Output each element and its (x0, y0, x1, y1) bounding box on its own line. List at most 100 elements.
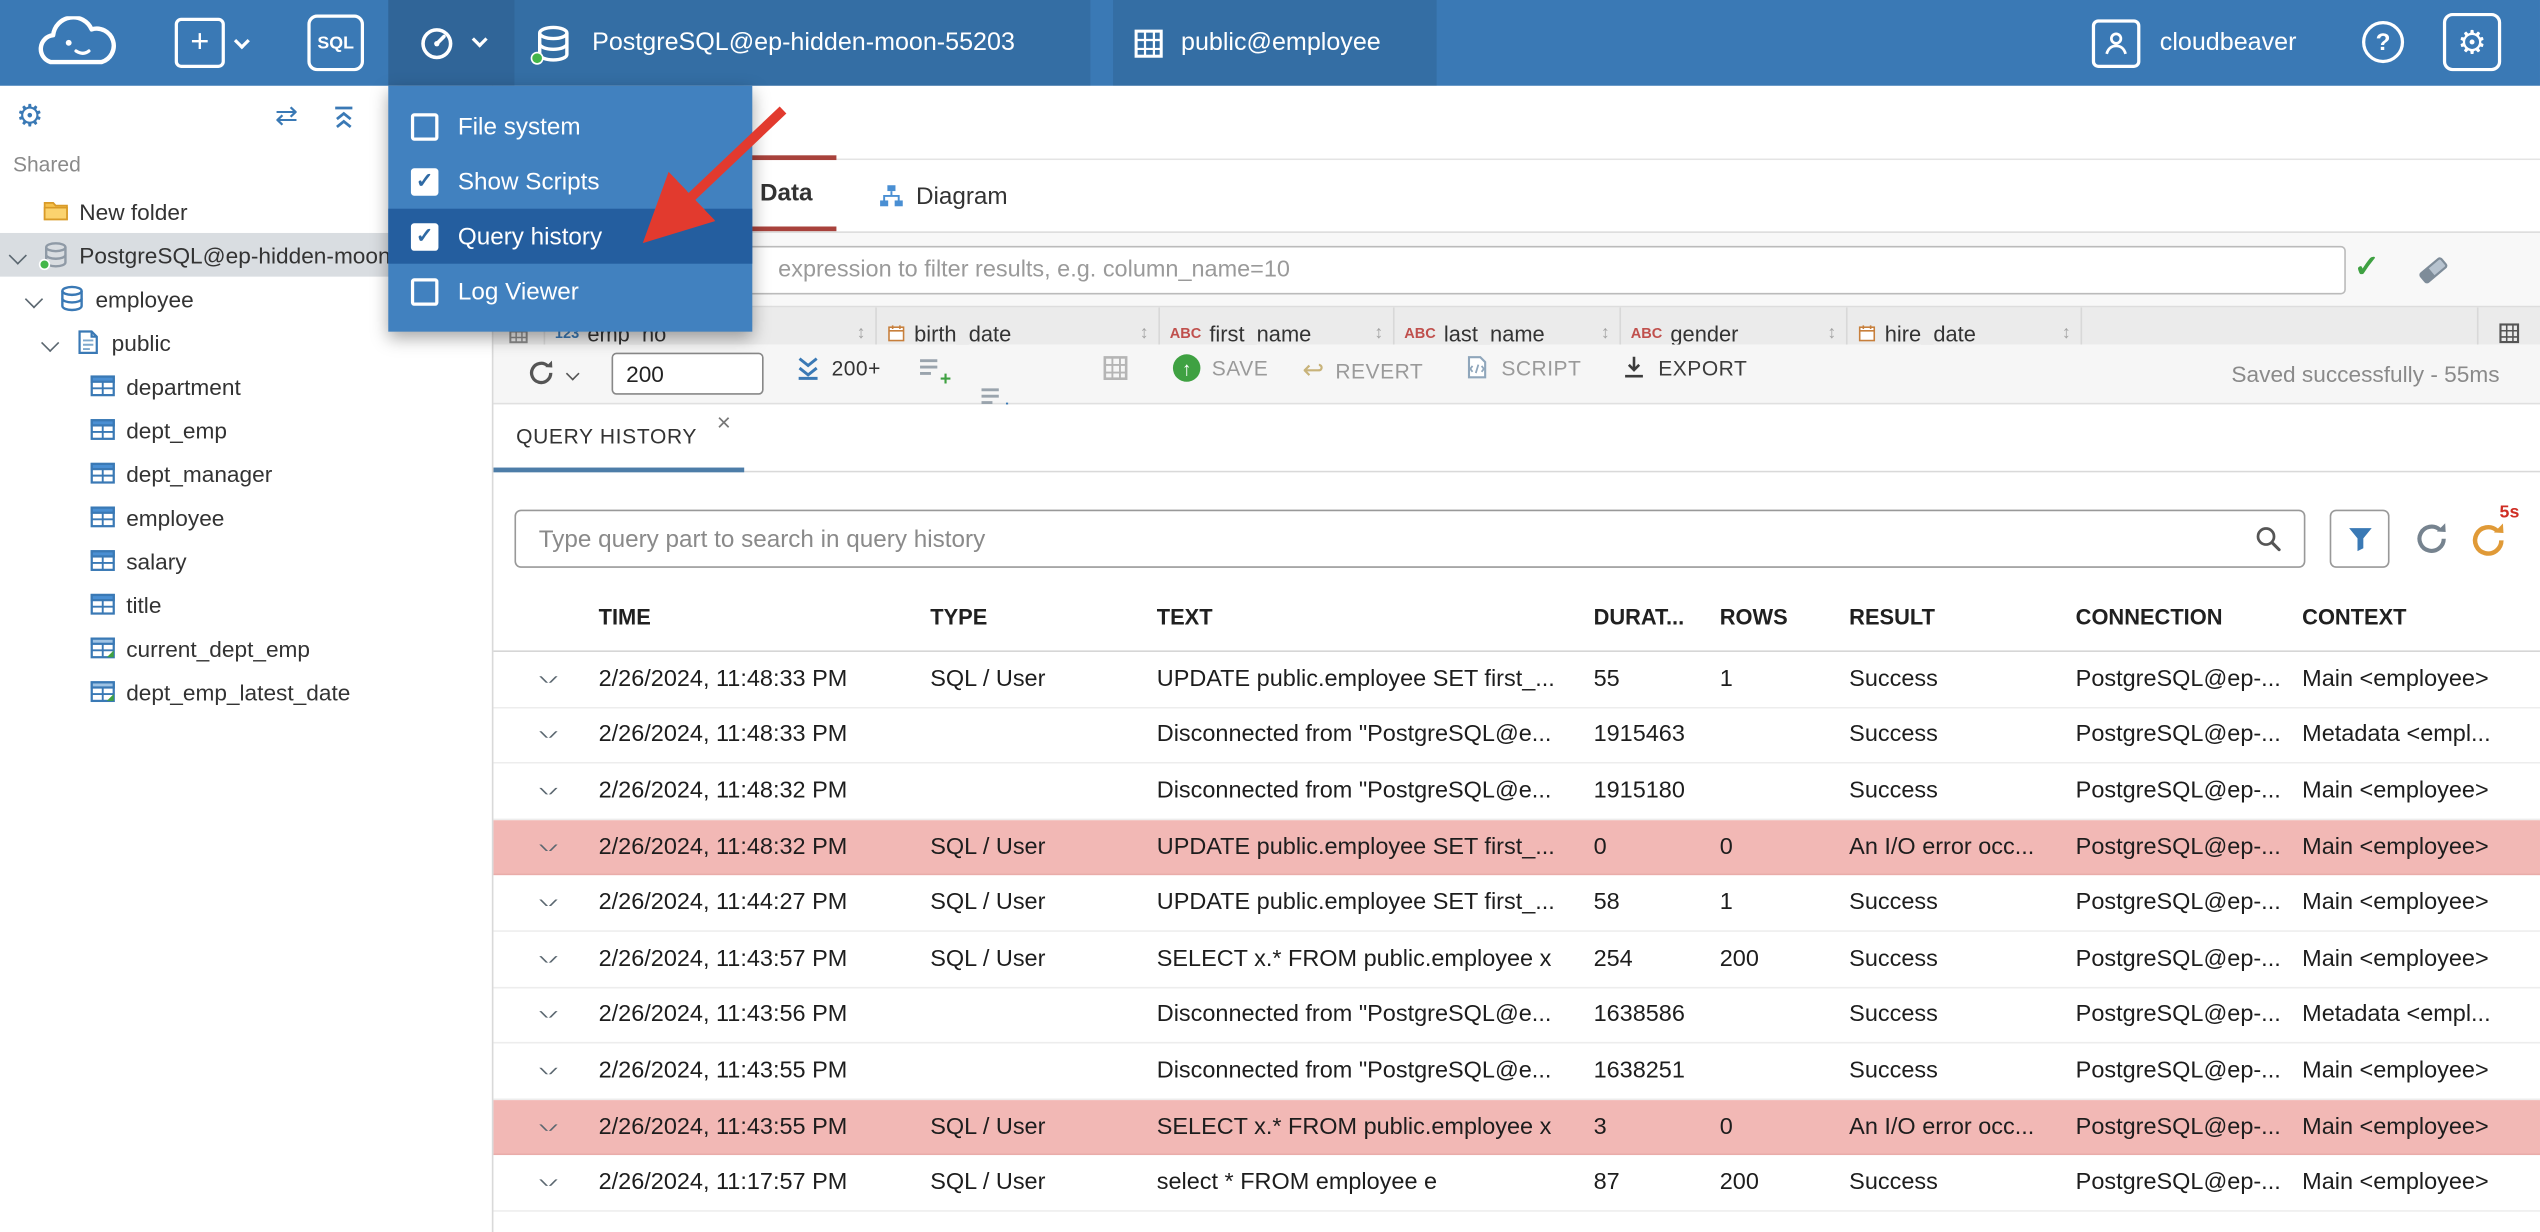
expand-chevron-icon[interactable] (8, 246, 27, 265)
row-context: Main <employee> (2302, 890, 2489, 916)
history-col-time[interactable]: TIME (582, 605, 914, 629)
query-history-row[interactable]: 2/26/2024, 11:48:33 PM Disconnected from… (493, 707, 2540, 764)
save-upload-icon: ↑ (1172, 354, 1201, 382)
row-expand-chevron-icon[interactable] (514, 843, 582, 851)
query-history-row[interactable]: 2/26/2024, 11:48:33 PM SQL / User UPDATE… (493, 651, 2540, 708)
row-expand-chevron-icon[interactable] (514, 955, 582, 963)
tools-menu-button[interactable] (388, 0, 515, 86)
row-duration: 58 (1593, 890, 1620, 916)
row-expand-chevron-icon[interactable] (514, 1179, 582, 1187)
column-header-gender[interactable]: ABC gender ↕ (1621, 307, 1848, 345)
string-type-icon: ABC (1630, 325, 1663, 342)
row-connection: PostgreSQL@ep-... (2075, 1057, 2281, 1084)
query-history-row[interactable]: 2/26/2024, 11:48:32 PM SQL / User UPDATE… (493, 819, 2540, 876)
query-history-row[interactable]: 2/26/2024, 11:17:57 PM SQL / User select… (493, 1155, 2540, 1212)
settings-button[interactable]: ⚙ (2442, 12, 2502, 72)
query-history-row[interactable]: 2/26/2024, 11:43:56 PM Disconnected from… (493, 987, 2540, 1044)
column-header-hire-date[interactable]: hire_date ↕ (1848, 307, 2083, 345)
row-time: 2/26/2024, 11:43:56 PM (598, 1002, 848, 1028)
column-header-first-name[interactable]: ABC first_name ↕ (1160, 307, 1395, 345)
checkbox-log-viewer[interactable] (410, 277, 439, 305)
row-expand-chevron-icon[interactable] (514, 1123, 582, 1131)
history-refresh-button[interactable] (2412, 519, 2451, 558)
schema-selector[interactable]: public@employee (1113, 0, 1437, 86)
clear-filter-eraser-icon[interactable] (2415, 252, 2451, 288)
menu-item-log-viewer[interactable]: Log Viewer (388, 264, 752, 319)
export-button[interactable]: EXPORT (1621, 354, 1747, 380)
tree-item-table-employee[interactable]: employee (0, 495, 492, 539)
query-history-row[interactable]: 2/26/2024, 11:44:27 PM SQL / User UPDATE… (493, 875, 2540, 932)
history-col-type[interactable]: TYPE (914, 605, 1140, 629)
fetch-size-input[interactable] (611, 352, 764, 395)
history-col-result[interactable]: RESULT (1833, 605, 2059, 629)
save-button[interactable]: ↑ SAVE (1172, 354, 1268, 382)
row-type: SQL / User (930, 834, 1046, 861)
menu-item-query-history[interactable]: ✓ Query history (388, 208, 753, 264)
query-history-search-input[interactable] (514, 509, 2306, 568)
tab-diagram[interactable]: Diagram (853, 160, 1034, 231)
grid-view-button[interactable] (1102, 354, 1130, 382)
row-expand-chevron-icon[interactable] (514, 899, 582, 907)
sync-connection-icon[interactable]: ⇄ (275, 100, 298, 132)
history-col-rows[interactable]: ROWS (1704, 605, 1833, 629)
connection-selector[interactable]: PostgreSQL@ep-hidden-moon-55203 (514, 0, 1091, 86)
checkbox-file-system[interactable] (410, 112, 439, 140)
expand-chevron-icon[interactable] (41, 333, 60, 353)
checkbox-show-scripts[interactable]: ✓ (410, 167, 439, 195)
row-expand-chevron-icon[interactable] (514, 1067, 582, 1075)
fetch-next-page-button[interactable]: 200+ (794, 354, 881, 382)
revert-icon: ↩ (1302, 357, 1325, 386)
apply-filter-check-icon[interactable]: ✓ (2354, 249, 2380, 286)
collapse-all-icon[interactable] (330, 104, 358, 140)
tree-item-table-dept-emp[interactable]: dept_emp (0, 408, 492, 452)
new-object-chevron-icon[interactable] (233, 33, 250, 50)
refresh-options-chevron-icon[interactable] (565, 366, 580, 381)
query-history-row[interactable]: 2/26/2024, 11:48:32 PM Disconnected from… (493, 763, 2540, 820)
revert-button[interactable]: ↩ REVERT (1302, 354, 1423, 386)
row-result: An I/O error occ... (1849, 834, 2035, 861)
row-expand-chevron-icon[interactable] (514, 1011, 582, 1019)
query-history-row[interactable]: 2/26/2024, 11:43:57 PM SQL / User SELECT… (493, 931, 2540, 988)
filter-expression-input[interactable] (509, 245, 2346, 295)
history-filter-button[interactable] (2329, 509, 2390, 568)
history-col-text[interactable]: TEXT (1141, 605, 1578, 629)
data-grid-toolbar: 200+ + + − ↑ SAVE ↩ REVERT (493, 344, 2540, 447)
query-history-row[interactable]: 2/26/2024, 11:43:55 PM Disconnected from… (493, 1043, 2540, 1100)
script-button[interactable]: SCRIPT (1464, 354, 1581, 380)
auto-refresh-button[interactable] (2467, 519, 2509, 561)
row-connection: PostgreSQL@ep-... (2075, 722, 2281, 749)
close-tab-icon[interactable]: × (717, 409, 731, 437)
tree-item-table-salary[interactable]: salary (0, 539, 492, 583)
sidebar-settings-gear-icon[interactable]: ⚙ (16, 99, 44, 136)
history-col-duration[interactable]: DURAT... (1577, 605, 1703, 629)
tree-item-table-department[interactable]: department (0, 364, 492, 408)
expand-chevron-icon[interactable] (24, 290, 44, 309)
row-expand-chevron-icon[interactable] (514, 787, 582, 795)
query-history-tab[interactable]: QUERY HISTORY (493, 404, 745, 473)
checkbox-query-history[interactable]: ✓ (410, 222, 439, 250)
result-subtabs: Data Diagram (493, 160, 2540, 232)
history-col-context[interactable]: CONTEXT (2286, 605, 2540, 629)
tree-item-view-current-dept-emp[interactable]: current_dept_emp (0, 626, 492, 670)
tree-item-view-dept-emp-latest-date[interactable]: dept_emp_latest_date (0, 670, 492, 714)
row-expand-chevron-icon[interactable] (514, 675, 582, 683)
row-expand-chevron-icon[interactable] (514, 731, 582, 739)
menu-item-show-scripts[interactable]: ✓ Show Scripts (388, 154, 752, 209)
new-object-button[interactable]: + (174, 17, 225, 68)
row-result: Success (1849, 946, 1938, 972)
tree-item-table-title[interactable]: title (0, 582, 492, 626)
help-button[interactable]: ? (2362, 21, 2405, 64)
user-menu[interactable]: cloudbeaver (2091, 0, 2351, 86)
menu-item-file-system[interactable]: File system (388, 99, 752, 154)
tree-item-table-dept-manager[interactable]: dept_manager (0, 451, 492, 495)
row-type: SQL / User (930, 946, 1046, 972)
grid-settings-button[interactable] (2479, 307, 2540, 344)
row-time: 2/26/2024, 11:48:33 PM (598, 722, 848, 749)
history-col-connection[interactable]: CONNECTION (2059, 605, 2285, 629)
query-history-row[interactable]: 2/26/2024, 11:43:55 PM SQL / User SELECT… (493, 1099, 2540, 1156)
new-sql-editor-button[interactable]: SQL (307, 14, 365, 72)
column-header-birth-date[interactable]: birth_date ↕ (877, 307, 1160, 345)
refresh-data-button[interactable] (526, 358, 557, 389)
column-header-last-name[interactable]: ABC last_name ↕ (1395, 307, 1622, 345)
add-row-button[interactable]: + (917, 354, 951, 388)
